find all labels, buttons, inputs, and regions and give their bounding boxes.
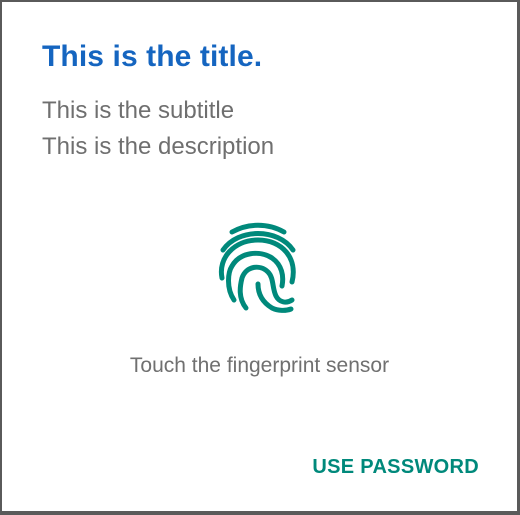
- dialog-subtitle: This is the subtitle: [42, 97, 235, 124]
- fingerprint-hint: Touch the fingerprint sensor: [129, 354, 390, 377]
- use-password-button[interactable]: USE PASSWORD: [312, 452, 479, 483]
- fingerprint-icon: [218, 222, 296, 313]
- dialog-description: This is the description: [42, 133, 275, 160]
- dialog-title: This is the title.: [42, 40, 263, 73]
- biometric-dialog: This is the title. This is the subtitle …: [2, 2, 517, 511]
